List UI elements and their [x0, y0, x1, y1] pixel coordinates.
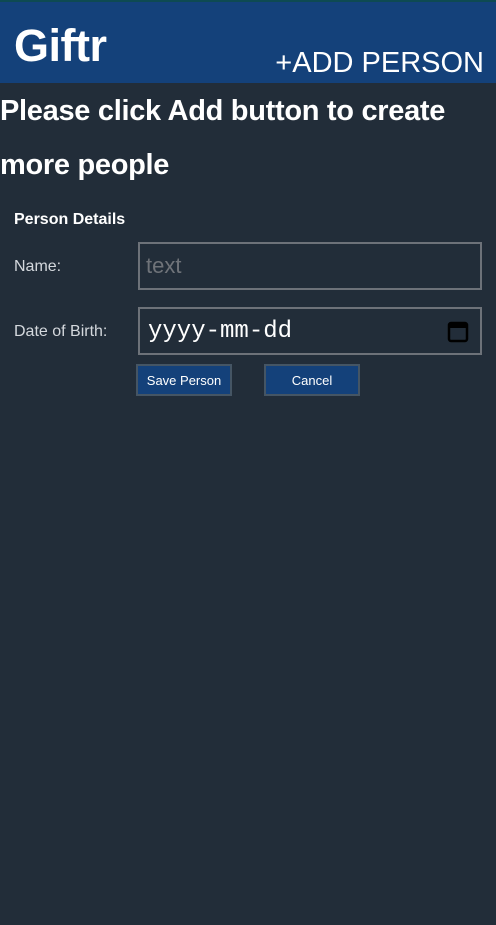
- dob-label: Date of Birth:: [14, 323, 108, 340]
- add-person-button[interactable]: +ADD PERSON: [275, 46, 484, 80]
- app-title: Giftr: [14, 20, 107, 71]
- save-person-button[interactable]: Save Person: [136, 364, 232, 396]
- dob-input[interactable]: yyyy-mm-dd: [138, 307, 482, 355]
- calendar-icon[interactable]: [446, 319, 470, 343]
- app-header: Giftr +ADD PERSON: [0, 2, 496, 83]
- dob-placeholder: yyyy-mm-dd: [148, 318, 293, 345]
- name-label: Name:: [14, 258, 62, 275]
- form-heading: Person Details: [14, 211, 126, 228]
- empty-state-message: Please click Add button to create more p…: [0, 95, 446, 181]
- name-input[interactable]: [138, 242, 482, 290]
- cancel-button[interactable]: Cancel: [264, 364, 360, 396]
